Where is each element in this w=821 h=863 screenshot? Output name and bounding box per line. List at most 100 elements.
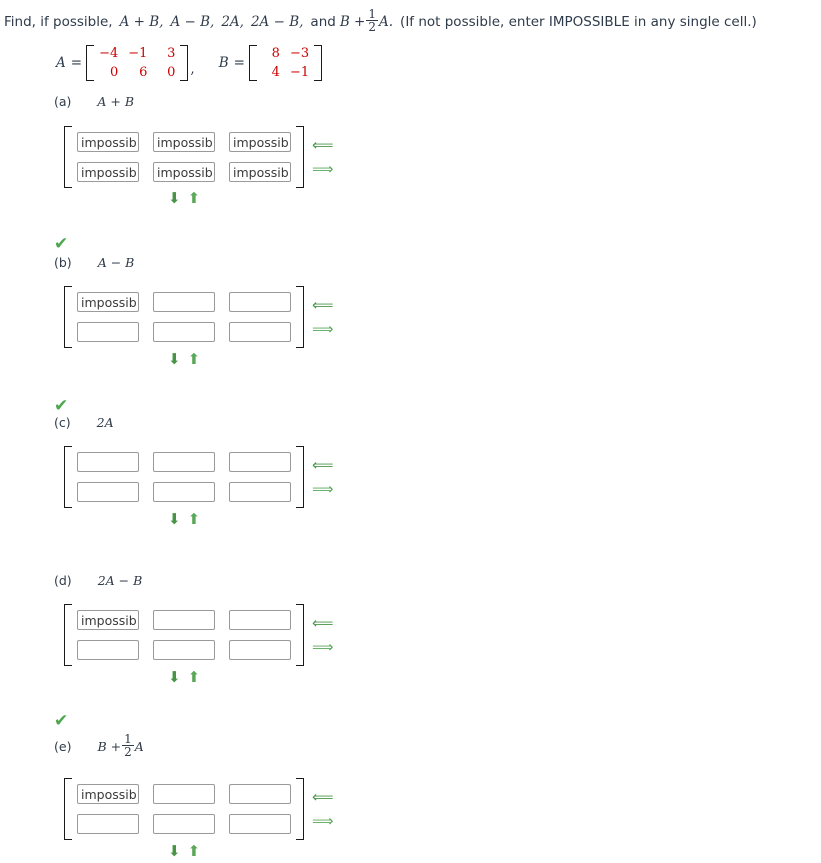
correct-check-icon: ✔ <box>54 711 69 731</box>
expression-tail: A <box>134 738 144 754</box>
matrix-b-equals: = <box>233 55 245 71</box>
part-label-d: (d) 2A − B <box>54 573 142 588</box>
remove-column-arrow-left-icon[interactable]: ⟸ <box>312 789 334 805</box>
answer-input-r2c3[interactable]: impossib <box>229 162 291 182</box>
answer-input-r2c1[interactable] <box>77 482 139 502</box>
answer-input-r2c2[interactable] <box>153 814 215 834</box>
matrix-a-body: −4 −1 3 0 6 0 <box>86 45 189 81</box>
answer-input-r1c3[interactable] <box>229 610 291 630</box>
answer-input-r1c2[interactable] <box>153 784 215 804</box>
prompt-and: and <box>310 13 336 30</box>
answer-input-r1c2[interactable] <box>153 452 215 472</box>
answer-input-r1c1[interactable]: impossib <box>77 784 139 804</box>
part-expression: 2A <box>97 415 114 430</box>
matrix-value-cell: 0 <box>109 65 119 80</box>
answer-input-r2c2[interactable] <box>153 322 215 342</box>
expression-text: 2A − B <box>97 573 143 588</box>
part-letter: (c) <box>54 415 71 430</box>
prompt-expr-4: 2A − B, <box>250 13 304 30</box>
answer-input-r2c3[interactable] <box>229 814 291 834</box>
answer-input-r2c2[interactable]: impossib <box>153 162 215 182</box>
add-row-arrow-down-icon[interactable]: ⬇ <box>168 670 181 685</box>
answer-input-r2c1[interactable]: impossib <box>77 162 139 182</box>
matrix-value-cell: 6 <box>139 65 148 80</box>
bracket-left-icon <box>64 446 72 508</box>
answer-cell-grid: impossib <box>72 286 296 348</box>
prompt-expr-5-lead: B + <box>339 13 366 30</box>
remove-column-arrow-left-icon[interactable]: ⟸ <box>312 137 334 153</box>
definitions-separator: , <box>190 61 195 77</box>
answer-input-r2c1[interactable] <box>77 640 139 660</box>
fraction-denominator: 2 <box>122 745 134 760</box>
add-row-arrow-down-icon[interactable]: ⬇ <box>168 352 181 367</box>
answer-input-r1c3[interactable] <box>229 452 291 472</box>
matrix-value-cell: 4 <box>271 65 280 80</box>
answer-input-r2c3[interactable] <box>229 482 291 502</box>
answer-input-r1c1[interactable]: impossib <box>77 292 139 312</box>
add-column-arrow-right-icon[interactable]: ⟹ <box>312 639 334 655</box>
bracket-left-icon <box>64 604 72 666</box>
remove-column-arrow-left-icon[interactable]: ⟸ <box>312 615 334 631</box>
matrix-value-cell: −3 <box>289 46 310 61</box>
column-controls: ⟸ ⟹ <box>312 604 334 666</box>
remove-column-arrow-left-icon[interactable]: ⟸ <box>312 457 334 473</box>
remove-row-arrow-up-icon[interactable]: ⬆ <box>188 670 201 685</box>
remove-column-arrow-left-icon[interactable]: ⟸ <box>312 297 334 313</box>
part-letter: (b) <box>54 255 72 270</box>
answer-input-r1c3[interactable] <box>229 292 291 312</box>
answer-input-r2c1[interactable] <box>77 322 139 342</box>
part-letter: (e) <box>54 738 72 754</box>
answer-input-r1c1[interactable]: impossib <box>77 610 139 630</box>
remove-row-arrow-up-icon[interactable]: ⬆ <box>188 512 201 527</box>
row-controls: ⬇ ⬆ <box>168 844 200 859</box>
add-row-arrow-down-icon[interactable]: ⬇ <box>168 512 181 527</box>
part-expression: B +1 2 A <box>97 733 144 759</box>
add-column-arrow-right-icon[interactable]: ⟹ <box>312 321 334 337</box>
column-controls: ⟸ ⟹ <box>312 778 334 840</box>
bracket-left-icon <box>86 45 95 81</box>
matrix-a-equals: = <box>70 55 83 71</box>
answer-matrix-a: impossib impossib impossib impossib impossib… <box>64 126 334 188</box>
expression-text: 2A <box>96 415 114 430</box>
add-column-arrow-right-icon[interactable]: ⟹ <box>312 481 334 497</box>
matrix-a-values: −4 −1 3 0 6 0 <box>94 45 180 81</box>
prompt-expr-3: 2A, <box>221 13 244 30</box>
matrix-value-cell: 0 <box>167 65 176 80</box>
fraction-numerator: 1 <box>124 732 132 746</box>
answer-input-r1c3[interactable]: impossib <box>229 132 291 152</box>
answer-input-r1c1[interactable] <box>77 452 139 472</box>
matrix-value-cell: 3 <box>167 46 176 61</box>
answer-input-r2c2[interactable] <box>153 482 215 502</box>
bracket-left-icon <box>64 286 72 348</box>
answer-input-r1c1[interactable]: impossib <box>77 132 139 152</box>
answer-input-r1c2[interactable]: impossib <box>153 132 215 152</box>
expression-lead: B + <box>97 738 122 754</box>
part-expression: A − B <box>98 255 135 270</box>
add-column-arrow-right-icon[interactable]: ⟹ <box>312 813 334 829</box>
remove-row-arrow-up-icon[interactable]: ⬆ <box>188 844 201 859</box>
column-controls: ⟸ ⟹ <box>312 446 334 508</box>
matrix-value-cell: −4 <box>99 46 119 61</box>
bracket-right-icon <box>296 446 304 508</box>
answer-cell-grid <box>72 446 296 508</box>
remove-row-arrow-up-icon[interactable]: ⬆ <box>188 191 201 206</box>
bracket-left-icon <box>248 45 257 81</box>
answer-input-r1c3[interactable] <box>229 784 291 804</box>
remove-row-arrow-up-icon[interactable]: ⬆ <box>188 352 201 367</box>
add-column-arrow-right-icon[interactable]: ⟹ <box>312 161 334 177</box>
add-row-arrow-down-icon[interactable]: ⬇ <box>168 191 181 206</box>
part-label-c: (c) 2A <box>54 415 114 430</box>
answer-input-r2c3[interactable] <box>229 640 291 660</box>
bracket-left-icon <box>64 126 72 188</box>
answer-input-r1c2[interactable] <box>153 610 215 630</box>
answer-input-r1c2[interactable] <box>153 292 215 312</box>
prompt-expr-5-tail: A. <box>379 13 394 30</box>
answer-input-r2c3[interactable] <box>229 322 291 342</box>
answer-input-r2c2[interactable] <box>153 640 215 660</box>
add-row-arrow-down-icon[interactable]: ⬇ <box>168 844 181 859</box>
part-letter: (d) <box>54 573 72 588</box>
bracket-right-icon <box>180 45 189 81</box>
matrix-definitions: A = −4 −1 3 0 6 0 , B = 8 −3 4 −1 <box>56 45 323 81</box>
answer-input-r2c1[interactable] <box>77 814 139 834</box>
fraction-numerator: 1 <box>368 7 376 21</box>
